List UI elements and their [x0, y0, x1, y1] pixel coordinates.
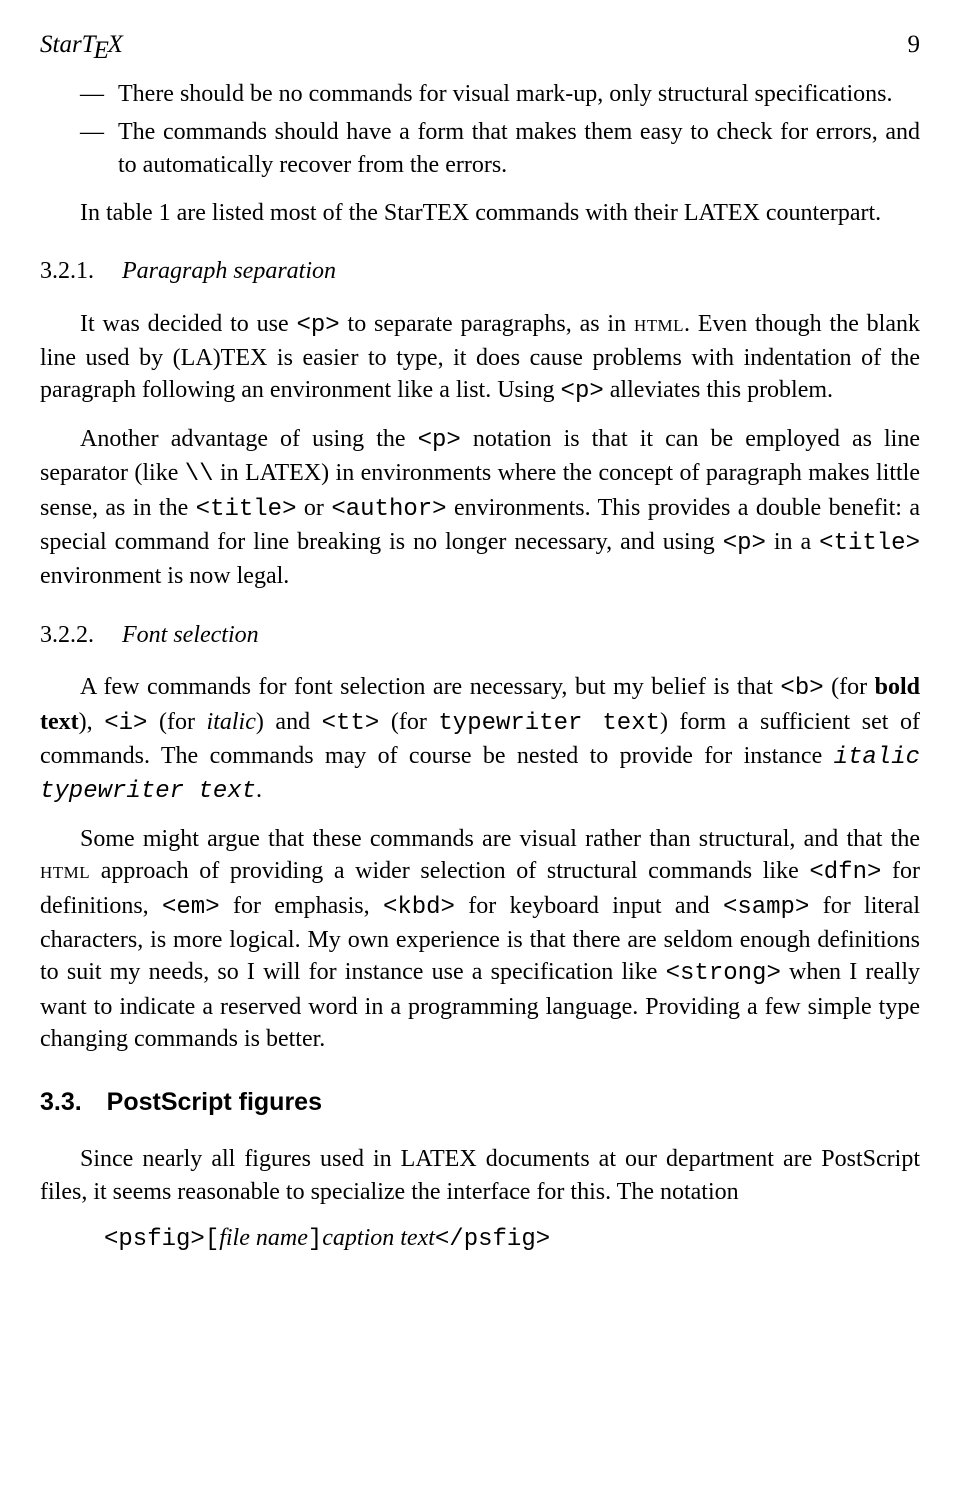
list-item: The commands should have a form that mak…	[40, 116, 920, 181]
table-reference-paragraph: In table 1 are listed most of the StarTE…	[40, 197, 920, 229]
running-header: StarTEX 9	[40, 28, 920, 62]
section-number: 3.3.	[40, 1088, 82, 1116]
paragraph: Some might argue that these commands are…	[40, 823, 920, 1056]
subsection-heading-321: 3.2.1. Paragraph separation	[40, 255, 920, 287]
psfig-syntax-example: <psfig>[file name]caption text</psfig>	[104, 1222, 920, 1256]
subsection-number: 3.2.2.	[40, 622, 94, 648]
subsection-title: Paragraph separation	[122, 258, 336, 284]
paragraph: A few commands for font selection are ne…	[40, 671, 920, 809]
section-heading-33: 3.3. PostScript figures	[40, 1086, 920, 1120]
section-title: PostScript figures	[107, 1088, 322, 1116]
design-principles-list: There should be no commands for visual m…	[40, 78, 920, 181]
subsection-heading-322: 3.2.2. Font selection	[40, 619, 920, 651]
paragraph: Since nearly all figures used in LATEX d…	[40, 1143, 920, 1208]
page-number: 9	[908, 28, 921, 62]
paragraph: It was decided to use <p> to separate pa…	[40, 308, 920, 409]
list-item: There should be no commands for visual m…	[40, 78, 920, 110]
subsection-number: 3.2.1.	[40, 258, 94, 284]
paragraph: Another advantage of using the <p> notat…	[40, 423, 920, 593]
subsection-title: Font selection	[122, 622, 259, 648]
running-title: StarTEX	[40, 28, 123, 62]
